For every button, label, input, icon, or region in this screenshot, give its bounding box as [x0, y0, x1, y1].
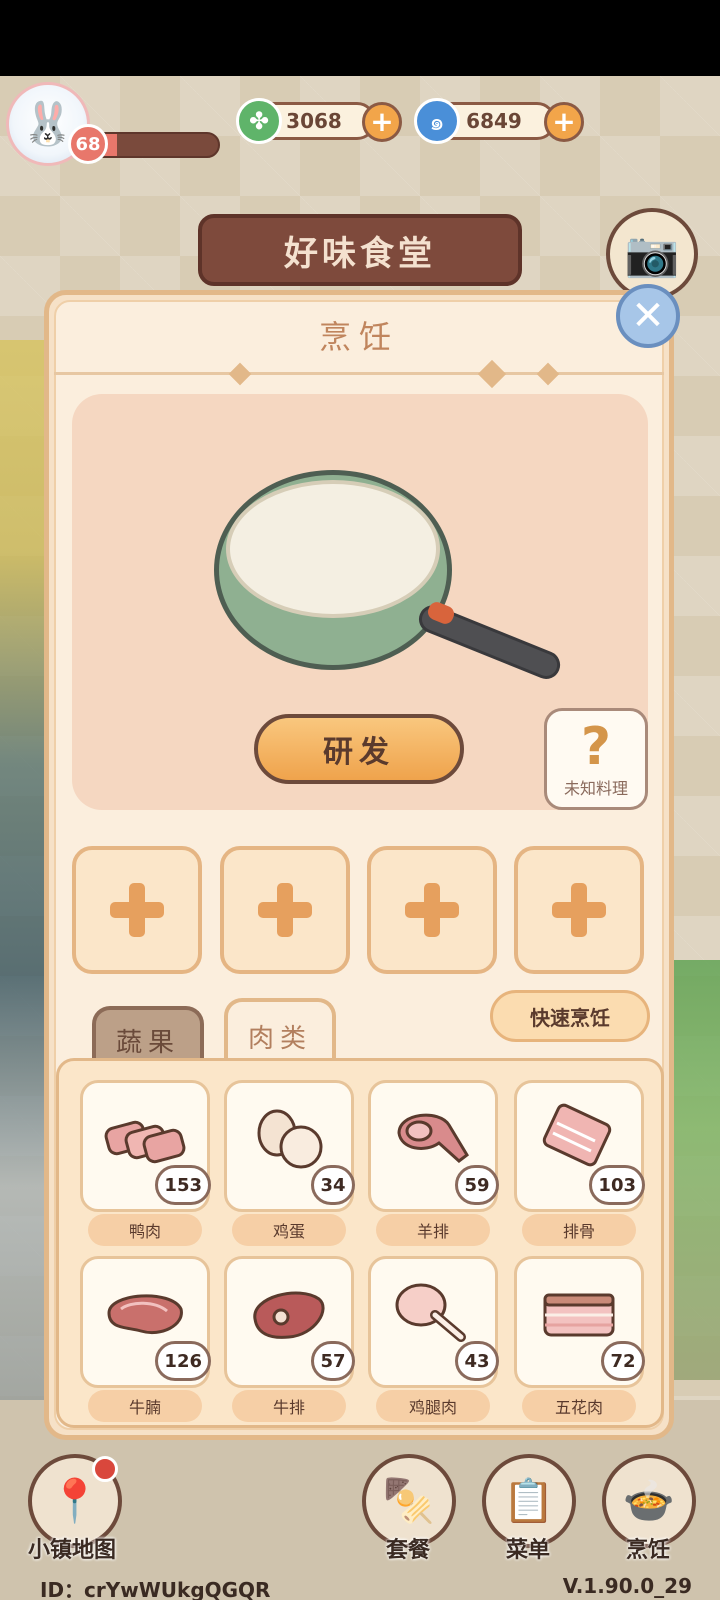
ingredient-count: 72 — [601, 1341, 645, 1381]
ingredient-slot-4[interactable] — [514, 846, 644, 974]
set-meal-label: 套餐 — [386, 1538, 431, 1563]
chicken-leg-icon — [395, 1283, 466, 1342]
lamb-chop-icon — [397, 1113, 469, 1163]
restaurant-sign: 好味食堂 — [198, 214, 522, 286]
plus-icon — [110, 883, 164, 937]
clipboard-icon: 📋 — [502, 1476, 556, 1525]
unknown-dish-label: 未知料理 — [563, 779, 628, 798]
title-divider — [54, 372, 664, 375]
town-map-label: 小镇地图 — [28, 1538, 117, 1563]
level-badge: 68 — [68, 124, 108, 164]
ingredient-count: 34 — [311, 1165, 355, 1205]
beef-brisket-icon — [107, 1294, 183, 1334]
ingredient-slot-1[interactable] — [72, 846, 202, 974]
frying-pan-surface — [226, 480, 440, 618]
pork-belly-icon — [543, 1293, 615, 1337]
quick-cook-button[interactable]: 快速烹饪 — [490, 990, 650, 1042]
ingredient-count: 59 — [455, 1165, 499, 1205]
ingredient-slot-3[interactable] — [367, 846, 497, 974]
camera-icon: 📷 — [624, 229, 680, 280]
ingredient-count: 153 — [155, 1165, 211, 1205]
map-pin-icon: 📍 — [48, 1476, 102, 1525]
ingredient-name: 五花肉 — [522, 1390, 636, 1422]
add-green-currency-button[interactable]: + — [362, 102, 402, 142]
unknown-dish-button[interactable]: ? 未知料理 — [544, 708, 648, 810]
close-icon: ✕ — [631, 293, 665, 339]
ingredient-name: 牛排 — [232, 1390, 346, 1422]
ingredient-card[interactable]: 72 — [514, 1256, 645, 1388]
egg-icon — [257, 1109, 323, 1169]
ingredient-name: 牛腩 — [88, 1390, 202, 1422]
bunny-icon: 🐰 — [21, 99, 75, 148]
menu-label: 菜单 — [506, 1538, 551, 1563]
close-button[interactable]: ✕ — [616, 284, 680, 348]
ingredient-name: 鸡腿肉 — [376, 1390, 490, 1422]
version-label: V.1.90.0_29 — [562, 1574, 692, 1598]
notification-dot — [92, 1456, 118, 1482]
steak-icon — [253, 1291, 325, 1339]
ingredient-slot-2[interactable] — [220, 846, 350, 974]
status-bar — [0, 0, 720, 76]
ingredient-count: 43 — [455, 1341, 499, 1381]
ingredient-name: 鸡蛋 — [232, 1214, 346, 1246]
player-id: ID：crYwWUkgQGQR — [40, 1578, 271, 1600]
duck-meat-icon — [104, 1120, 186, 1164]
develop-button[interactable]: 研发 — [254, 714, 464, 784]
ingredient-card[interactable]: 43 — [368, 1256, 499, 1388]
ingredient-card[interactable]: 126 — [80, 1256, 211, 1388]
ingredient-name: 羊排 — [376, 1214, 490, 1246]
plus-icon — [405, 883, 459, 937]
swirl-icon: ๑ — [414, 98, 460, 144]
ingredient-name: 鸭肉 — [88, 1214, 202, 1246]
skewer-icon: 🍢 — [382, 1476, 436, 1525]
cooking-pot-icon: 🍲 — [622, 1476, 676, 1525]
ingredient-count: 57 — [311, 1341, 355, 1381]
clover-icon: ✤ — [236, 98, 282, 144]
ingredient-card[interactable]: 153 — [80, 1080, 211, 1212]
add-blue-currency-button[interactable]: + — [544, 102, 584, 142]
plus-icon — [552, 883, 606, 937]
ingredient-card[interactable]: 34 — [224, 1080, 355, 1212]
question-mark-icon: ? — [580, 717, 612, 777]
ingredient-card[interactable]: 103 — [514, 1080, 645, 1212]
cook-label: 烹饪 — [626, 1538, 671, 1563]
ingredient-card[interactable]: 57 — [224, 1256, 355, 1388]
plus-icon — [258, 883, 312, 937]
dialog-title: 烹饪 — [318, 318, 399, 356]
ingredient-name: 排骨 — [522, 1214, 636, 1246]
ingredient-count: 126 — [155, 1341, 211, 1381]
ingredient-count: 103 — [589, 1165, 645, 1205]
ingredient-card[interactable]: 59 — [368, 1080, 499, 1212]
spare-ribs-icon — [542, 1103, 612, 1167]
